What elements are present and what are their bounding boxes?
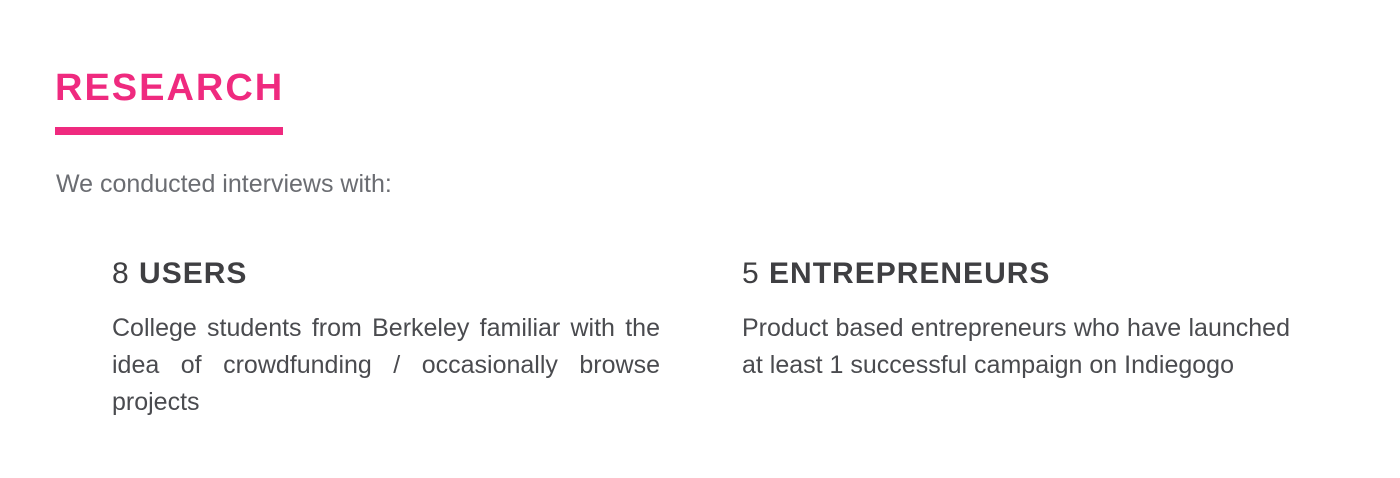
entrepreneurs-description: Product based entrepreneurs who have lau… [742,314,1290,379]
users-count: 8 [112,257,130,290]
users-group: 8 USERS College students from Berkeley f… [112,254,660,421]
entrepreneurs-label: ENTREPRENEURS [769,257,1051,290]
section-title: RESEARCH [55,67,285,109]
users-heading: 8 USERS [112,254,660,294]
users-label: USERS [139,257,248,290]
entrepreneurs-heading: 5 ENTREPRENEURS [742,254,1290,294]
entrepreneurs-group: 5 ENTREPRENEURS Product based entreprene… [742,254,1290,384]
title-underline [55,127,283,135]
intro-text: We conducted interviews with: [56,170,392,198]
entrepreneurs-count: 5 [742,257,760,290]
users-description: College students from Berkeley familiar … [112,314,660,416]
